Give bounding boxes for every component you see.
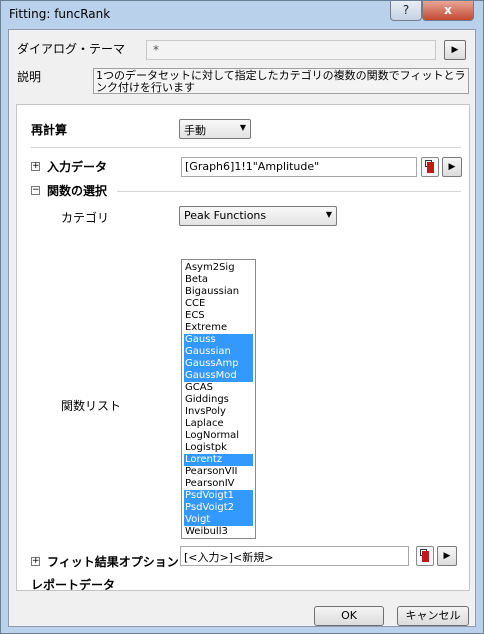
theme-label: ダイアログ・テーマ: [17, 42, 126, 56]
function-list-item[interactable]: Giddings: [184, 394, 253, 406]
input-label: 入力データ: [47, 160, 108, 174]
function-list-item[interactable]: Voigt: [184, 514, 253, 526]
function-list-item[interactable]: Lorentz: [184, 454, 253, 466]
dialog-client: ダイアログ・テーマ * ▶ 説明 1つのデータセットに対して指定したカテゴリの複…: [8, 29, 476, 627]
divider: [31, 147, 461, 148]
function-list-item[interactable]: PsdVoigt2: [184, 502, 253, 514]
function-listbox[interactable]: Asym2Sig Beta Bigaussian CCE ECS Extreme Gauss…: [181, 259, 256, 539]
fit-options-expand-icon[interactable]: +: [31, 557, 40, 566]
function-list-item[interactable]: Gauss: [184, 334, 253, 346]
function-list-item[interactable]: CCE: [184, 298, 253, 310]
function-list-item[interactable]: Bigaussian: [184, 286, 253, 298]
dialog-window: Fitting: funcRank ? x ダイアログ・テーマ * ▶ 説明 1…: [0, 0, 484, 634]
function-list-item[interactable]: PsdVoigt1: [184, 490, 253, 502]
description-text: 1つのデータセットに対して指定したカテゴリの複数の関数でフィットとランク付けを行…: [93, 68, 469, 94]
recalc-dropdown[interactable]: 手動 ▼: [179, 119, 251, 139]
category-label: カテゴリ: [61, 211, 110, 225]
chevron-down-icon: ▼: [239, 123, 246, 132]
theme-field[interactable]: *: [146, 40, 436, 60]
fit-options-label: フィット結果オプション: [47, 555, 179, 569]
function-list-item[interactable]: Weibull3: [184, 526, 253, 538]
function-list-item[interactable]: Beta: [184, 274, 253, 286]
function-list-item[interactable]: PearsonIV: [184, 478, 253, 490]
function-list-item[interactable]: Asym2Sig: [184, 262, 253, 274]
window-title: Fitting: funcRank: [9, 7, 111, 21]
function-list-item[interactable]: LogNormal: [184, 430, 253, 442]
divider: [117, 191, 461, 192]
function-list-item[interactable]: Gaussian: [184, 346, 253, 358]
function-list-item[interactable]: Extreme: [184, 322, 253, 334]
category-dropdown[interactable]: Peak Functions ▼: [179, 206, 337, 226]
pick-data-icon[interactable]: [421, 157, 439, 177]
recalc-label: 再計算: [31, 123, 68, 137]
function-list-item[interactable]: Laplace: [184, 418, 253, 430]
help-button[interactable]: ?: [390, 1, 422, 21]
input-expand-icon[interactable]: +: [31, 162, 40, 171]
function-list-item[interactable]: Logistpk: [184, 442, 253, 454]
function-list-item[interactable]: GaussMod: [184, 370, 253, 382]
function-list-item[interactable]: PearsonVII: [184, 466, 253, 478]
category-value: Peak Functions: [184, 209, 267, 222]
function-list-label: 関数リスト: [61, 399, 122, 413]
input-menu-button[interactable]: ▶: [442, 157, 462, 177]
title-bar[interactable]: Fitting: funcRank ? x: [1, 1, 483, 29]
ok-button[interactable]: OK: [314, 606, 384, 626]
report-data-field[interactable]: [<入力>]<新規>: [180, 546, 409, 566]
function-list-item[interactable]: ECS: [184, 310, 253, 322]
settings-panel: 再計算 手動 ▼ + 入力データ [Graph6]1!1"Amplitude" …: [16, 104, 470, 592]
cancel-button[interactable]: キャンセル: [397, 606, 469, 626]
function-list-item[interactable]: GCAS: [184, 382, 253, 394]
input-data-field[interactable]: [Graph6]1!1"Amplitude": [181, 157, 417, 177]
close-button[interactable]: x: [422, 1, 474, 21]
theme-menu-button[interactable]: ▶: [444, 40, 466, 60]
function-list-item[interactable]: GaussAmp: [184, 358, 253, 370]
report-menu-button[interactable]: ▶: [437, 546, 457, 566]
description-label: 説明: [17, 70, 42, 84]
chevron-down-icon: ▼: [325, 210, 332, 219]
function-collapse-icon[interactable]: −: [31, 186, 40, 195]
function-section-label: 関数の選択: [47, 184, 108, 198]
recalc-value: 手動: [184, 124, 206, 137]
pick-report-icon[interactable]: [416, 546, 434, 566]
report-label: レポートデータ: [31, 578, 116, 592]
function-list-item[interactable]: InvsPoly: [184, 406, 253, 418]
